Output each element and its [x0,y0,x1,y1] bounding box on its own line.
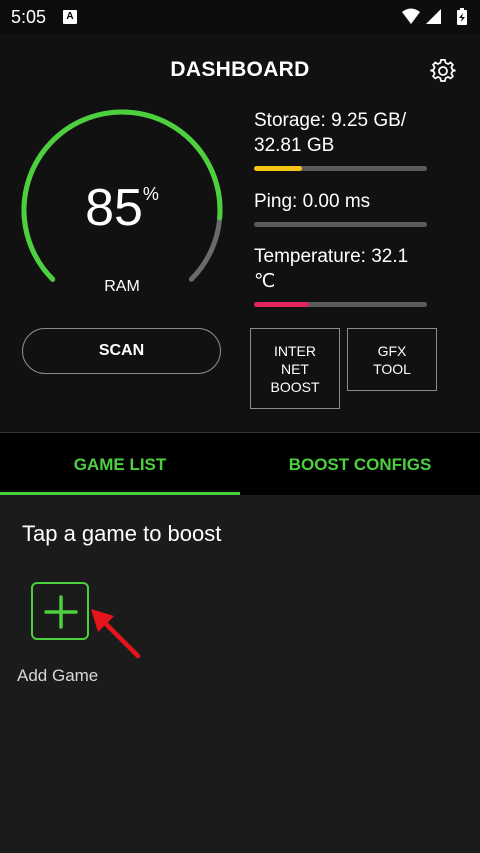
add-game-button[interactable] [31,582,89,640]
storage-label: Storage: 9.25 GB/ 32.81 GB [254,110,407,156]
tab-boost-configs[interactable]: BOOST CONFIGS [240,433,480,496]
temperature-label: Temperature: 32.1 ℃ [254,246,409,292]
hint-text: Tap a game to boost [22,521,222,546]
active-tab-indicator [0,492,240,495]
ram-label: RAM [104,278,140,295]
internet-boost-button[interactable]: INTER NET BOOST [250,328,340,409]
scan-button[interactable]: SCAN [22,328,221,374]
signal-icon [426,9,441,24]
ping-label: Ping: 0.00 ms [254,191,371,212]
page-title: DASHBOARD [170,58,310,81]
storage-bar [254,166,427,171]
tab-bar: GAME LIST BOOST CONFIGS [0,432,480,495]
ram-unit: % [142,184,159,204]
red-arrow-annotation [91,609,141,659]
add-game-label: Add Game [17,666,99,685]
status-icons [402,8,467,25]
gear-icon[interactable] [430,58,456,84]
gfx-tool-button[interactable]: GFX TOOL [347,328,437,391]
ping-bar [254,222,427,227]
status-bar: 5:05 A [0,0,480,34]
notification-icon: A [63,10,77,24]
tab-game-list[interactable]: GAME LIST [0,433,240,496]
plus-icon [44,595,78,629]
wifi-icon [402,8,420,24]
temperature-bar [254,302,427,307]
dashboard-panel: DASHBOARD 85% RAM Storage: 9.25 GB/ 32.8… [0,34,480,432]
ram-value: 85% [85,179,159,237]
status-time: 5:05 [11,7,47,27]
